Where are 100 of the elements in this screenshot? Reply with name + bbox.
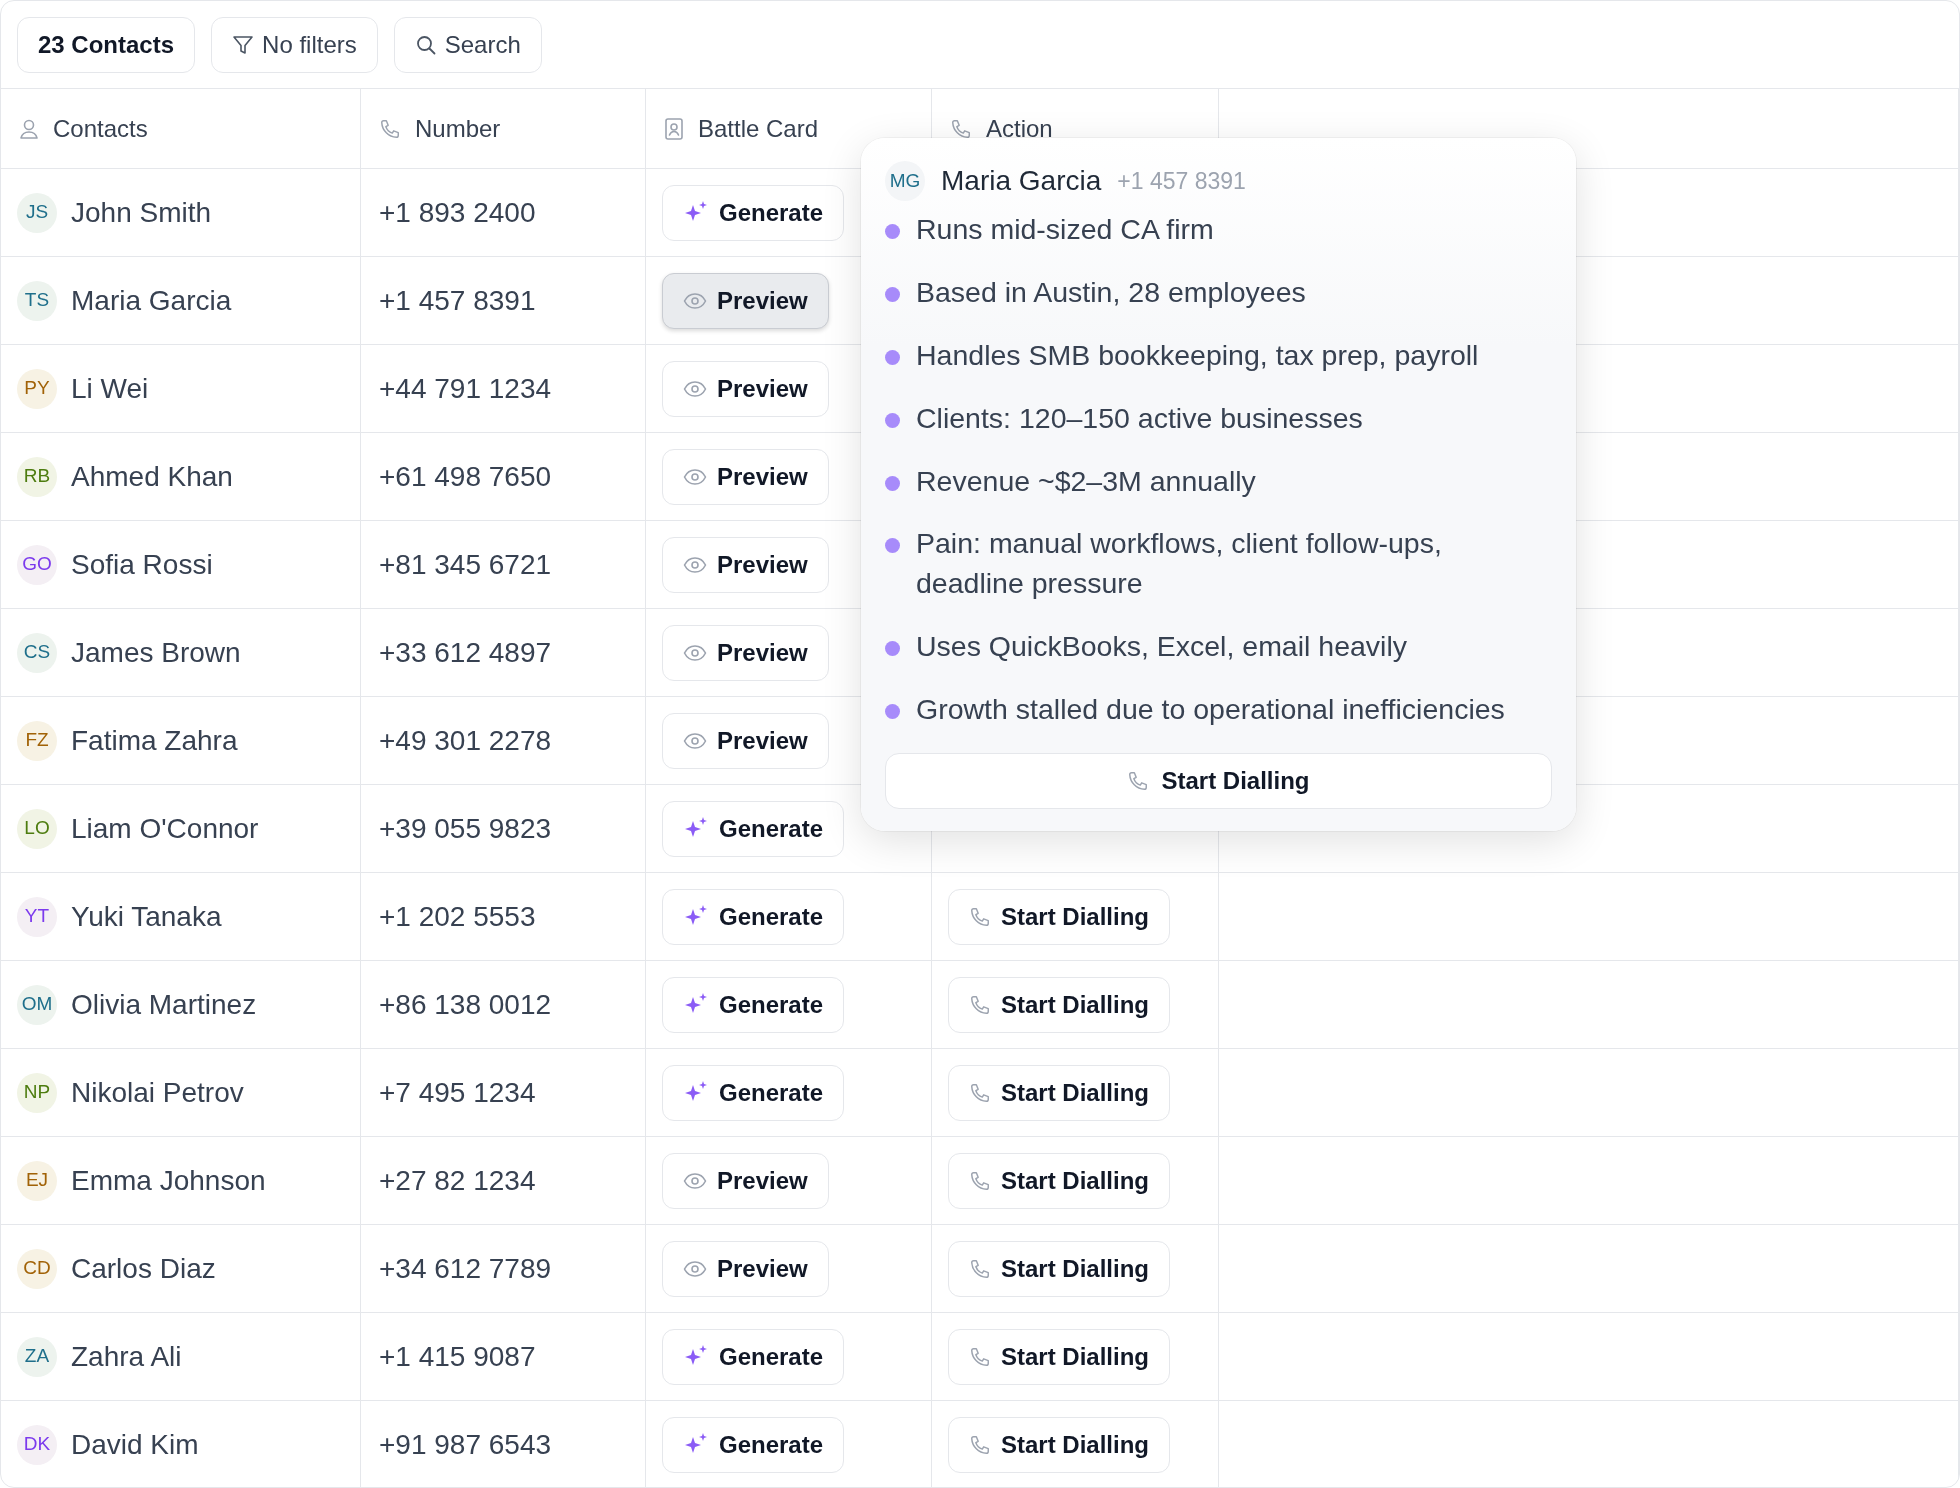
avatar-initials: OM (17, 984, 57, 1025)
contact-name: Nikolai Petrov (71, 1075, 244, 1110)
phone-number: +33 612 4897 (378, 635, 552, 670)
contact-name: Maria Garcia (71, 283, 232, 318)
contact-name: Olivia Martinez (71, 987, 257, 1022)
preview-button[interactable]: Preview (662, 536, 829, 593)
funnel-icon (232, 34, 255, 56)
battle-card-point: Runs mid-sized CA firm (916, 212, 1215, 247)
start-dialling-button[interactable]: Start Dialling (948, 976, 1171, 1033)
phone-number: +61 498 7650 (378, 459, 552, 494)
phone-number: +1 415 9087 (378, 1339, 536, 1374)
contact-name: Emma Johnson (71, 1163, 266, 1198)
preview-button[interactable]: Preview (662, 624, 829, 681)
generate-button[interactable]: Generate (662, 800, 845, 857)
eye-icon (683, 379, 707, 398)
start-dialling-button[interactable]: Start Dialling (885, 753, 1552, 809)
column-header: Contacts (53, 113, 148, 144)
eye-icon (683, 643, 707, 662)
id-badge-icon (664, 116, 684, 141)
battle-card-point: Based in Austin, 28 employees (916, 274, 1307, 310)
start-dialling-button[interactable]: Start Dialling (948, 1240, 1171, 1297)
phone-icon (969, 1345, 991, 1368)
phone-icon (969, 1257, 991, 1280)
column-header: Battle Card (698, 113, 819, 144)
avatar-initials: CS (17, 632, 57, 673)
avatar-initials: GO (17, 544, 57, 585)
avatar-initials: FZ (17, 720, 57, 761)
battle-card-point: Uses QuickBooks, Excel, email heavily (916, 629, 1408, 665)
contact-name: James Brown (71, 635, 241, 670)
avatar-initials: PY (17, 368, 57, 409)
contact-name: Fatima Zahra (71, 723, 238, 758)
eye-icon (683, 1259, 707, 1278)
generate-button[interactable]: Generate (662, 1328, 845, 1385)
phone-number: +86 138 0012 (378, 987, 552, 1022)
avatar-initials: EJ (17, 1160, 57, 1201)
bullet-dot (885, 224, 900, 239)
preview-button[interactable]: Preview (662, 360, 829, 417)
avatar-initials: JS (17, 192, 57, 233)
contact-name: Zahra Ali (71, 1339, 182, 1374)
avatar-initials: LO (17, 808, 57, 849)
preview-button[interactable]: Preview (662, 712, 829, 769)
search-icon (414, 34, 437, 56)
contact-name: Ahmed Khan (71, 459, 233, 494)
battle-card-point: Revenue ~$2–3M annually (916, 463, 1257, 499)
search-button[interactable]: Search (393, 17, 542, 73)
phone-number: +1 457 8391 (1117, 166, 1246, 196)
start-dialling-button[interactable]: Start Dialling (948, 888, 1171, 945)
phone-icon (969, 1169, 991, 1192)
phone-number: +7 495 1234 (378, 1075, 536, 1110)
contact-name: David Kim (71, 1427, 199, 1462)
phone-icon (969, 905, 991, 928)
contact-name: Liam O'Connor (71, 811, 259, 846)
phone-number: +27 82 1234 (378, 1163, 536, 1198)
eye-icon (683, 731, 707, 750)
phone-icon (950, 117, 972, 140)
eye-icon (683, 291, 707, 310)
bullet-dot (885, 704, 900, 720)
preview-button[interactable]: Preview (662, 1152, 829, 1209)
column-header: Action (986, 113, 1053, 144)
preview-button[interactable]: Preview (662, 272, 829, 329)
avatar-initials: ZA (17, 1336, 57, 1377)
generate-button[interactable]: Generate (662, 976, 845, 1033)
generate-button[interactable]: Generate (662, 184, 845, 241)
generate-button[interactable]: Generate (662, 1064, 845, 1121)
start-dialling-button[interactable]: Start Dialling (948, 1328, 1171, 1385)
preview-button[interactable]: Preview (662, 1240, 829, 1297)
bullet-dot (885, 475, 900, 491)
battle-card-point: Growth stalled due to operational inefficiencies (916, 692, 1506, 728)
phone-number: +49 301 2278 (378, 723, 552, 758)
avatar-initials: NP (17, 1072, 57, 1113)
phone-icon (969, 1081, 991, 1104)
start-dialling-button[interactable]: Start Dialling (948, 1152, 1171, 1209)
phone-icon (969, 1433, 991, 1456)
phone-number: +1 457 8391 (378, 283, 536, 318)
contact-name: John Smith (71, 195, 212, 230)
start-dialling-button[interactable]: Start Dialling (948, 1064, 1171, 1121)
filter-button[interactable]: No filters (211, 17, 378, 73)
battle-card-point: Pain: manual workflows, client follow-ups, deadline pressure (916, 526, 1443, 602)
phone-number: +34 612 7789 (378, 1251, 552, 1286)
generate-button[interactable]: Generate (662, 888, 845, 945)
generate-button[interactable]: Generate (662, 1416, 845, 1473)
battle-card-point: Clients: 120–150 active businesses (916, 400, 1364, 436)
phone-number: +44 791 1234 (378, 371, 552, 406)
avatar-initials: YT (17, 896, 57, 937)
phone-number: +91 987 6543 (378, 1427, 552, 1462)
contact-name: Carlos Diaz (71, 1251, 216, 1286)
preview-button[interactable]: Preview (662, 448, 829, 505)
avatar-initials: RB (17, 456, 57, 497)
contact-name: Sofia Rossi (71, 547, 213, 582)
contacts-count-button[interactable]: 23 Contacts (17, 17, 196, 73)
avatar-initials: DK (17, 1424, 57, 1465)
avatar-initials: CD (17, 1248, 57, 1289)
phone-icon (969, 993, 991, 1016)
contact-name: Yuki Tanaka (71, 899, 222, 934)
phone-number: +1 893 2400 (378, 195, 536, 230)
contact-name: Maria Garcia (941, 164, 1102, 198)
avatar-initials: TS (17, 280, 57, 321)
start-dialling-button[interactable]: Start Dialling (948, 1416, 1171, 1473)
contact-name: Li Wei (71, 371, 149, 406)
column-header: Number (415, 113, 501, 144)
